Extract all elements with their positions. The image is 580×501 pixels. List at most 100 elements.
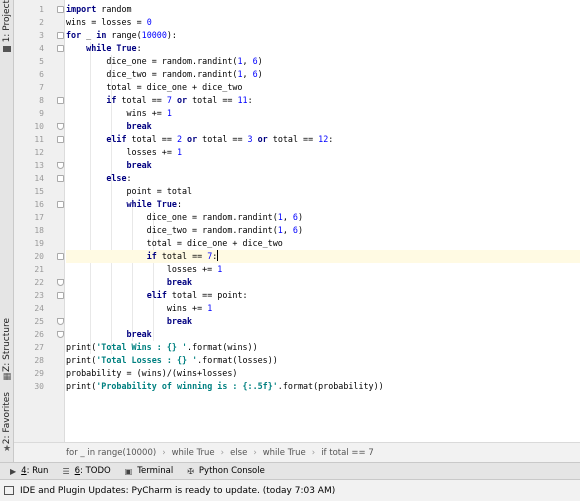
code-line: break [126, 329, 152, 339]
fold-marker-icon[interactable] [57, 45, 64, 52]
editor-gutter: 1 2 3 4 5 6 7 8 9 10 11 12 13 14 15 16 1… [14, 0, 65, 442]
favorites-tool-tab[interactable]: 2: Favorites ★ [0, 392, 14, 454]
chevron-right-icon: › [220, 447, 225, 458]
fold-marker-icon[interactable] [57, 162, 64, 169]
fold-marker-icon[interactable] [57, 97, 64, 104]
terminal-icon: ▣ [124, 466, 133, 476]
line-number: 1 [39, 5, 44, 14]
fold-marker-icon[interactable] [57, 32, 64, 39]
line-number: 12 [34, 148, 44, 157]
line-number: 14 [34, 174, 44, 183]
fold-marker-icon[interactable] [57, 292, 64, 299]
line-number: 23 [34, 291, 44, 300]
code-line: dice_one = random.randint(1, 6) [66, 56, 263, 66]
line-number: 28 [34, 356, 44, 365]
breadcrumb-item[interactable]: while True [172, 448, 215, 458]
line-number: 2 [39, 18, 44, 27]
terminal-tab[interactable]: ▣ Terminal [125, 466, 173, 476]
code-line-current: if total == 7: [66, 250, 580, 263]
favorites-tab-label: 2: Favorites [2, 392, 12, 445]
line-number: 17 [34, 213, 44, 222]
code-line: print('Total Losses : {} '.format(losses… [66, 355, 278, 365]
line-number: 18 [34, 226, 44, 235]
text-caret [217, 250, 219, 261]
code-line: probability = (wins)/(wins+losses) [66, 368, 238, 378]
line-number: 21 [34, 265, 44, 274]
python-icon: ✠ [187, 466, 194, 476]
tool-window-bar: ▶ 4: Run ☰ 6: TODO ▣ Terminal ✠ Python C… [0, 462, 580, 479]
code-line: wins += 1 [66, 108, 172, 118]
line-number: 10 [34, 122, 44, 131]
structure-tool-tab[interactable]: Z: Structure ▦ [0, 318, 14, 382]
chevron-right-icon: › [253, 447, 257, 458]
breadcrumb-item[interactable]: if total == 7 [321, 448, 374, 458]
code-line: dice_two = random.randint(1, 6) [66, 69, 263, 79]
breadcrumb-item[interactable]: while True [263, 448, 306, 458]
fold-marker-icon[interactable] [57, 253, 64, 260]
python-console-tab-label: Python Console [198, 466, 265, 476]
fold-marker-icon[interactable] [57, 318, 64, 325]
folder-icon [3, 46, 11, 53]
fold-marker-icon[interactable] [57, 6, 64, 13]
fold-marker-icon[interactable] [57, 201, 64, 208]
status-message[interactable]: IDE and Plugin Updates: PyCharm is ready… [20, 486, 335, 496]
fold-marker-icon[interactable] [57, 279, 64, 286]
python-console-tab[interactable]: ✠ Python Console [187, 466, 265, 476]
line-number: 19 [34, 239, 44, 248]
code-line: dice_two = random.randint(1, 6) [66, 225, 304, 235]
play-icon: ▶ [10, 466, 17, 476]
line-number: 4 [39, 44, 44, 53]
code-line: for _ in range(10000): [66, 30, 177, 40]
line-number: 8 [39, 96, 44, 105]
line-number: 26 [34, 330, 44, 339]
code-line: import random [66, 4, 132, 14]
status-bar: IDE and Plugin Updates: PyCharm is ready… [0, 479, 580, 501]
line-number: 13 [34, 161, 44, 170]
fold-marker-icon[interactable] [57, 175, 64, 182]
code-line: break [126, 160, 152, 170]
run-tab[interactable]: ▶ 4: Run [10, 466, 48, 476]
line-number: 27 [34, 343, 44, 352]
code-line: elif total == 2 or total == 3 or total =… [106, 134, 334, 144]
code-line: break [166, 316, 193, 326]
chevron-right-icon: › [162, 447, 166, 458]
line-number: 5 [39, 57, 44, 66]
star-icon: ★ [2, 444, 12, 455]
code-line: print('Probability of winning is : {:.5f… [66, 381, 384, 391]
chevron-right-icon: › [311, 447, 316, 458]
line-number: 15 [34, 187, 44, 196]
line-number: 20 [34, 252, 44, 261]
breadcrumb-item[interactable]: else [230, 448, 247, 458]
code-line: total = dice_one + dice_two [66, 238, 283, 248]
code-line: elif total == point: [146, 290, 248, 300]
code-line: total = dice_one + dice_two [66, 82, 243, 92]
code-line: point = total [66, 186, 193, 196]
structure-icon: ▦ [2, 371, 12, 382]
breadcrumb-item[interactable]: for _ in range(10000) [66, 448, 156, 458]
breadcrumb: for _ in range(10000) › while True › els… [14, 442, 580, 462]
code-line: while True: [86, 43, 142, 53]
line-number: 24 [34, 304, 44, 313]
code-editor[interactable]: import random wins = losses = 0 for _ in… [66, 0, 580, 442]
fold-marker-icon[interactable] [57, 123, 64, 130]
code-line: else: [106, 173, 132, 183]
project-tab-label: 1: Project [2, 0, 12, 43]
code-line: losses += 1 [66, 264, 223, 274]
code-line: dice_one = random.randint(1, 6) [66, 212, 304, 222]
line-number: 7 [39, 83, 44, 92]
code-line: if total == 7 or total == 11: [106, 95, 253, 105]
tool-windows-toggle-icon[interactable] [4, 486, 14, 495]
left-tool-strip: 1: Project Z: Structure ▦ 2: Favorites ★ [0, 0, 14, 462]
line-number: 29 [34, 369, 44, 378]
list-icon: ☰ [62, 466, 70, 476]
fold-marker-icon[interactable] [57, 331, 64, 338]
terminal-tab-label: Terminal [137, 466, 174, 476]
line-number: 30 [34, 382, 44, 391]
line-number: 25 [34, 317, 44, 326]
todo-tab-label: : TODO [80, 466, 111, 476]
run-tab-label: : Run [26, 466, 49, 476]
line-number: 22 [34, 278, 44, 287]
todo-tab[interactable]: ☰ 6: TODO [62, 466, 110, 476]
fold-marker-icon[interactable] [57, 136, 64, 143]
project-tool-tab[interactable]: 1: Project [0, 0, 14, 54]
